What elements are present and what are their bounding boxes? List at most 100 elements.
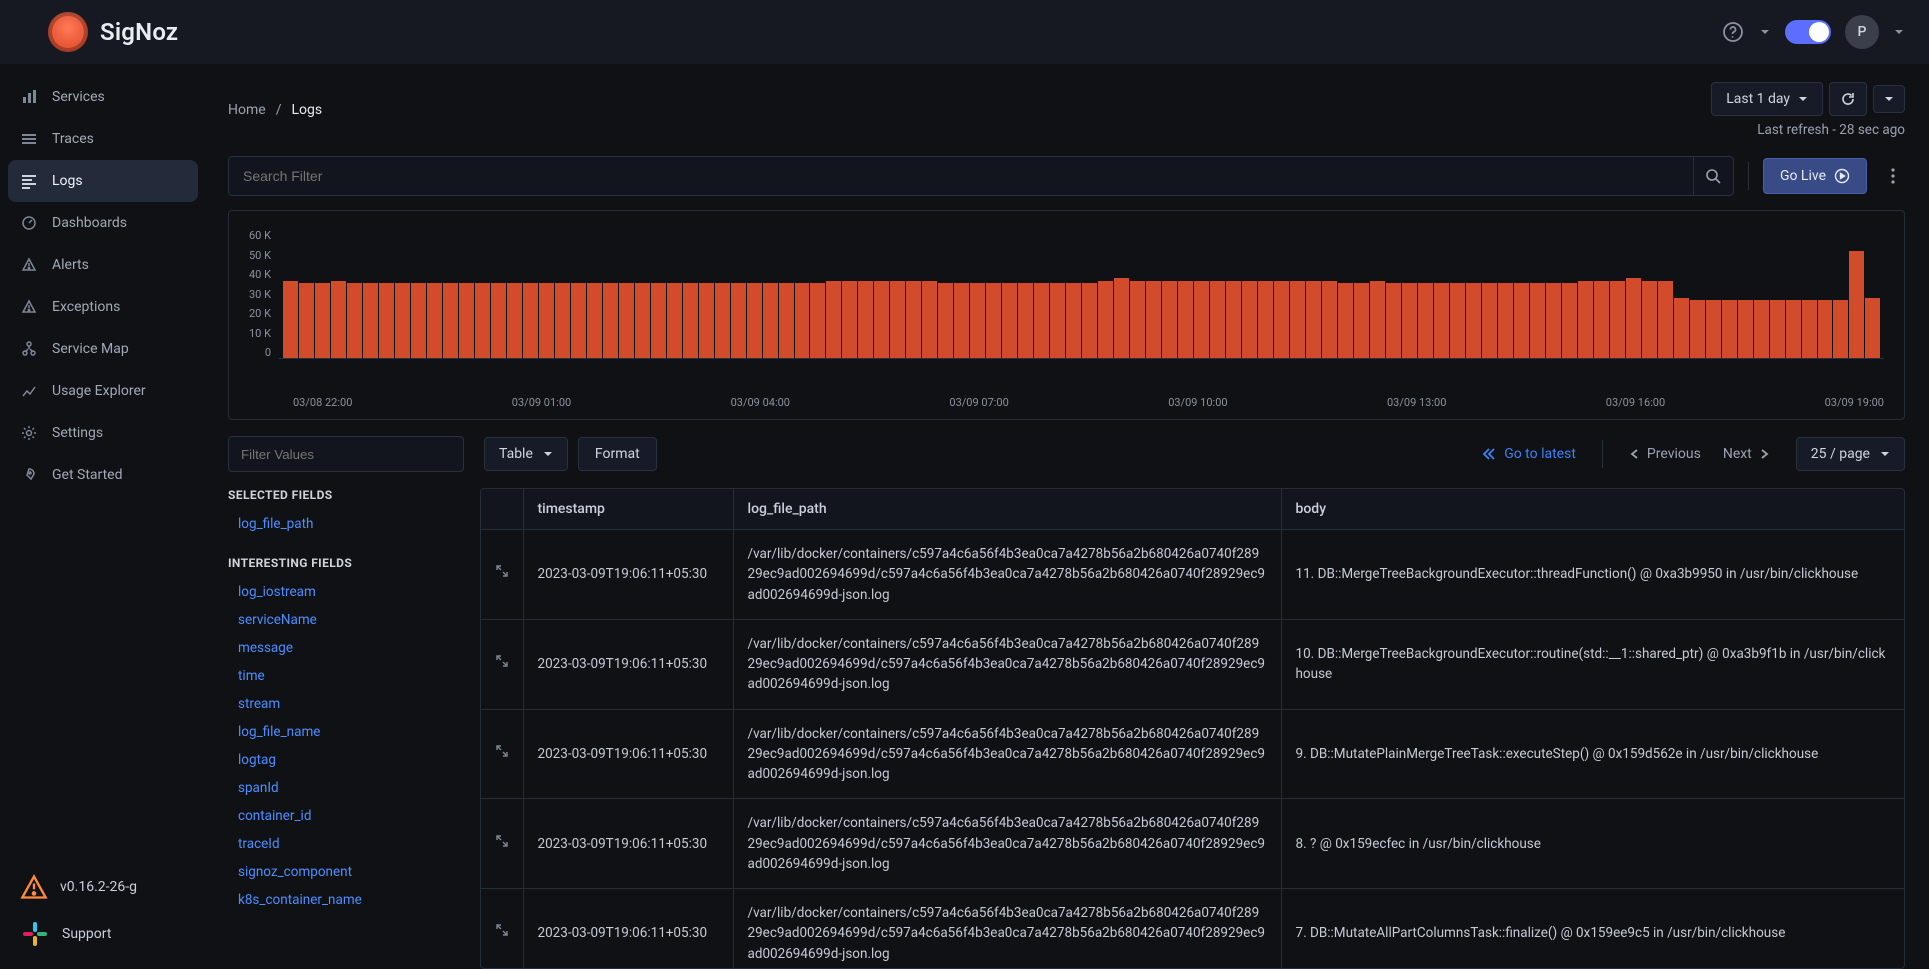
menu-icon <box>20 130 38 148</box>
field-item[interactable]: spanId <box>228 774 464 802</box>
field-item[interactable]: log_file_path <box>228 510 464 538</box>
column-timestamp[interactable]: timestamp <box>523 489 733 530</box>
sidebar-item-services[interactable]: Services <box>0 76 206 118</box>
search-filter-input[interactable] <box>229 168 1693 184</box>
user-caret-icon[interactable] <box>1893 26 1905 38</box>
chart-bar <box>1658 281 1673 358</box>
x-tick: 03/09 04:00 <box>731 396 790 409</box>
go-to-latest-button[interactable]: Go to latest <box>1482 446 1576 462</box>
expand-icon[interactable] <box>495 834 509 848</box>
sidebar-label: Services <box>52 89 105 105</box>
cell-body: 7. DB::MutateAllPartColumnsTask::finaliz… <box>1281 889 1904 969</box>
field-item[interactable]: logtag <box>228 746 464 774</box>
dashboard-icon <box>20 214 38 232</box>
chart-bar <box>635 283 650 358</box>
field-item[interactable]: log_file_name <box>228 718 464 746</box>
exception-icon <box>20 298 38 316</box>
sidebar-item-service-map[interactable]: Service Map <box>0 328 206 370</box>
field-item[interactable]: log_iostream <box>228 578 464 606</box>
field-item[interactable]: serviceName <box>228 606 464 634</box>
page-size-select[interactable]: 25 / page <box>1796 437 1905 471</box>
sidebar-item-logs[interactable]: Logs <box>8 160 198 202</box>
field-item[interactable]: traceId <box>228 830 464 858</box>
cell-body: 9. DB::MutatePlainMergeTreeTask::execute… <box>1281 709 1904 799</box>
theme-toggle[interactable] <box>1785 20 1831 44</box>
chart-bar <box>1498 283 1513 358</box>
format-label: Format <box>595 446 640 462</box>
refresh-interval-select[interactable] <box>1873 85 1905 113</box>
expand-icon[interactable] <box>495 744 509 758</box>
search-filter-box <box>228 156 1734 196</box>
column-log-file-path[interactable]: log_file_path <box>733 489 1281 530</box>
field-item[interactable]: stream <box>228 690 464 718</box>
dots-vertical-icon <box>1885 167 1901 185</box>
column-body[interactable]: body <box>1281 489 1904 530</box>
sidebar-item-traces[interactable]: Traces <box>0 118 206 160</box>
y-tick: 30 K <box>249 288 271 301</box>
chart-bar <box>1482 283 1497 358</box>
sidebar-item-dashboards[interactable]: Dashboards <box>0 202 206 244</box>
view-mode-select[interactable]: Table <box>484 437 568 471</box>
version-row[interactable]: v0.16.2-26-g <box>20 873 186 901</box>
search-submit-button[interactable] <box>1693 157 1733 195</box>
topbar: SigNoz P <box>0 0 1929 64</box>
field-item[interactable]: message <box>228 634 464 662</box>
chart-bar <box>363 283 378 358</box>
cell-body: 10. DB::MergeTreeBackgroundExecutor::rou… <box>1281 619 1904 709</box>
time-range-select[interactable]: Last 1 day <box>1711 82 1823 116</box>
table-row[interactable]: 2023-03-09T19:06:11+05:30/var/lib/docker… <box>481 799 1904 889</box>
more-options-button[interactable] <box>1881 163 1905 189</box>
field-item[interactable]: time <box>228 662 464 690</box>
next-button[interactable]: Next <box>1723 446 1770 462</box>
format-button[interactable]: Format <box>578 437 657 471</box>
chart-bar <box>1018 283 1033 358</box>
expand-icon[interactable] <box>495 564 509 578</box>
field-item[interactable]: container_id <box>228 802 464 830</box>
sidebar-item-settings[interactable]: Settings <box>0 412 206 454</box>
refresh-button[interactable] <box>1829 82 1867 116</box>
chart-bar <box>1418 283 1433 358</box>
user-avatar[interactable]: P <box>1845 15 1879 49</box>
brand-logo[interactable]: SigNoz <box>48 12 178 52</box>
chart-bar <box>1146 281 1161 358</box>
filter-values-input[interactable] <box>228 436 464 472</box>
cell-timestamp: 2023-03-09T19:06:11+05:30 <box>523 889 733 969</box>
chart-bar <box>810 283 825 358</box>
field-item[interactable]: signoz_component <box>228 858 464 886</box>
help-caret-icon[interactable] <box>1759 26 1771 38</box>
sidebar-item-get-started[interactable]: Get Started <box>0 454 206 496</box>
sidebar-item-alerts[interactable]: Alerts <box>0 244 206 286</box>
sidebar-label: Get Started <box>52 467 123 483</box>
sidebar-item-usage-explorer[interactable]: Usage Explorer <box>0 370 206 412</box>
table-row[interactable]: 2023-03-09T19:06:11+05:30/var/lib/docker… <box>481 709 1904 799</box>
chart-bar <box>1865 298 1880 358</box>
support-link[interactable]: Support <box>20 919 186 949</box>
table-row[interactable]: 2023-03-09T19:06:11+05:30/var/lib/docker… <box>481 889 1904 969</box>
version-text: v0.16.2-26-g <box>60 879 137 895</box>
chart-bar <box>1034 283 1049 358</box>
field-item[interactable]: k8s_container_name <box>228 886 464 914</box>
go-live-button[interactable]: Go Live <box>1763 158 1867 194</box>
table-row[interactable]: 2023-03-09T19:06:11+05:30/var/lib/docker… <box>481 530 1904 620</box>
previous-button[interactable]: Previous <box>1629 446 1701 462</box>
chart-bar <box>715 283 730 358</box>
chart-bar <box>683 283 698 358</box>
deployment-icon <box>20 340 38 358</box>
chart-bars <box>279 229 1884 358</box>
table-row[interactable]: 2023-03-09T19:06:11+05:30/var/lib/docker… <box>481 619 1904 709</box>
breadcrumb-current: Logs <box>291 102 322 118</box>
chevron-down-icon <box>1880 449 1890 459</box>
log-table: timestamp log_file_path body 2023-03-09T… <box>480 488 1905 969</box>
chart-bar <box>763 283 778 358</box>
sidebar-item-exceptions[interactable]: Exceptions <box>0 286 206 328</box>
sidebar-label: Exceptions <box>52 299 120 315</box>
expand-icon[interactable] <box>495 654 509 668</box>
help-icon[interactable] <box>1721 20 1745 44</box>
expand-icon[interactable] <box>495 923 509 937</box>
sidebar-label: Settings <box>52 425 103 441</box>
chart-bar <box>779 283 794 358</box>
breadcrumb-home[interactable]: Home <box>228 102 266 118</box>
chart-bar <box>459 283 474 358</box>
chart-bar <box>1226 281 1241 358</box>
chart-bar <box>443 283 458 358</box>
